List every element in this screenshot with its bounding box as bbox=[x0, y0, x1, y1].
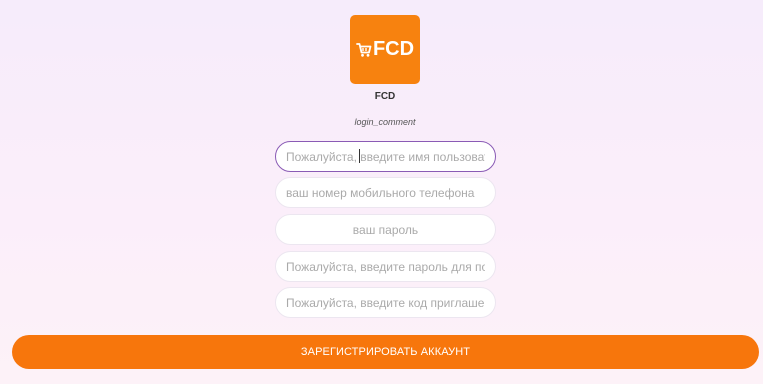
register-button[interactable]: ЗАРЕГИСТРИРОВАТЬ АККАУНТ bbox=[12, 335, 759, 369]
shopping-cart-icon bbox=[356, 43, 372, 57]
logo-text: FCD bbox=[372, 38, 415, 60]
password-input[interactable] bbox=[275, 214, 496, 245]
password-confirm-input[interactable] bbox=[275, 251, 496, 282]
app-logo: FCD bbox=[350, 15, 420, 84]
invite-code-input[interactable] bbox=[275, 287, 496, 318]
app-name: FCD bbox=[374, 91, 396, 102]
login-comment: login_comment bbox=[354, 117, 416, 127]
text-cursor bbox=[359, 149, 360, 163]
username-input[interactable] bbox=[275, 141, 496, 172]
phone-input[interactable] bbox=[275, 177, 496, 208]
